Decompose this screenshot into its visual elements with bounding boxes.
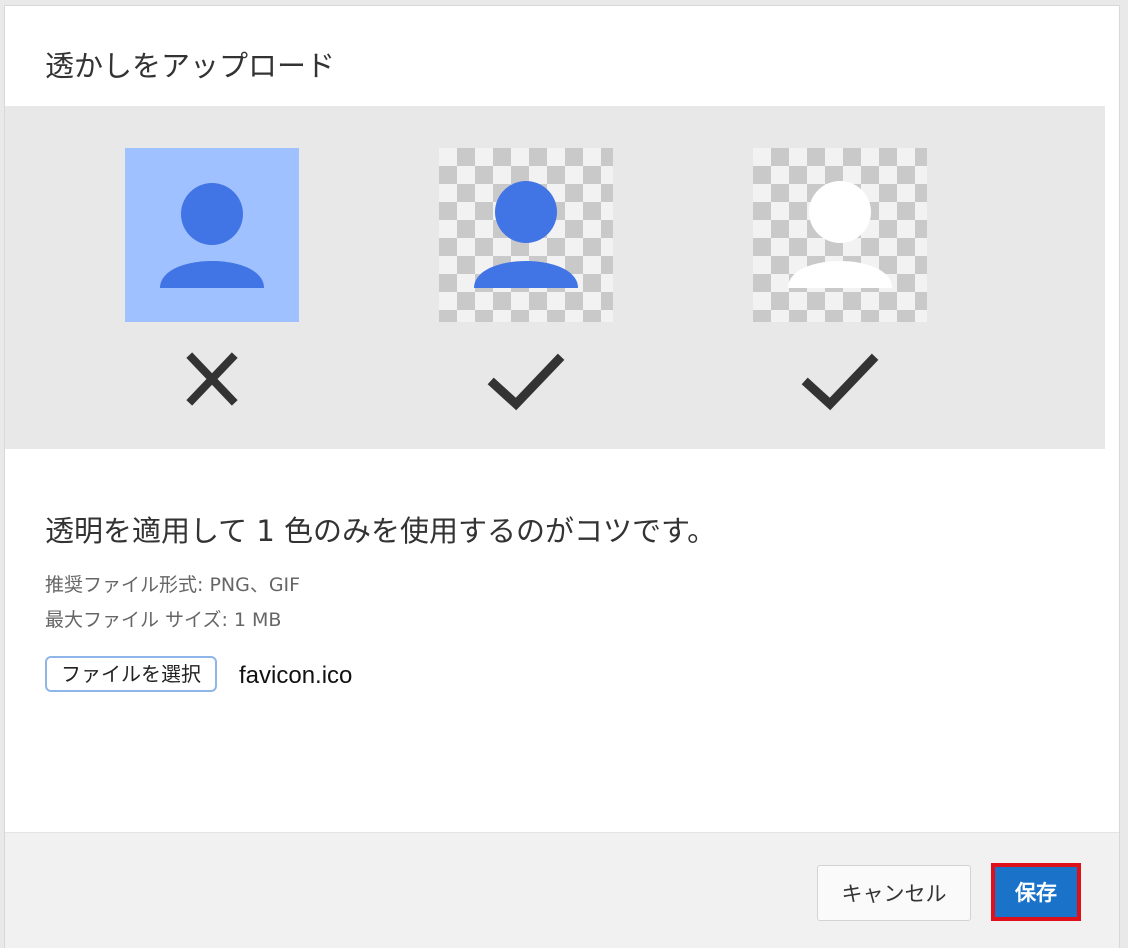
dialog-title: 透かしをアップロード bbox=[45, 49, 336, 83]
cancel-button[interactable]: キャンセル bbox=[817, 865, 971, 921]
person-icon bbox=[160, 183, 264, 288]
tip-text: 透明を適用して 1 色のみを使用するのがコツです。 bbox=[45, 514, 717, 548]
example-image-transparent-white bbox=[753, 148, 927, 322]
check-mark-icon bbox=[800, 346, 880, 418]
person-icon bbox=[474, 181, 578, 288]
recommended-format-text: 推奨ファイル形式: PNG、GIF bbox=[45, 574, 301, 596]
dialog-footer: キャンセル 保存 bbox=[5, 832, 1119, 948]
example-image-transparent-blue bbox=[439, 148, 613, 322]
max-file-size-text: 最大ファイル サイズ: 1 MB bbox=[45, 609, 282, 631]
save-button[interactable]: 保存 bbox=[991, 863, 1081, 921]
person-icon bbox=[788, 181, 892, 288]
x-mark-icon bbox=[172, 346, 252, 418]
choose-file-button[interactable]: ファイルを選択 bbox=[45, 656, 217, 692]
example-transparent-blue bbox=[439, 148, 613, 411]
example-image-solid bbox=[125, 148, 299, 322]
example-solid-background bbox=[125, 148, 299, 406]
check-mark-icon bbox=[486, 346, 566, 418]
examples-panel bbox=[5, 106, 1105, 449]
selected-file-name: favicon.ico bbox=[239, 662, 353, 689]
example-transparent-white bbox=[753, 148, 927, 411]
upload-watermark-dialog: 透かしをアップロード 透明を適用して 1 色のみを使用するのがコツです。 推奨フ… bbox=[4, 5, 1120, 948]
